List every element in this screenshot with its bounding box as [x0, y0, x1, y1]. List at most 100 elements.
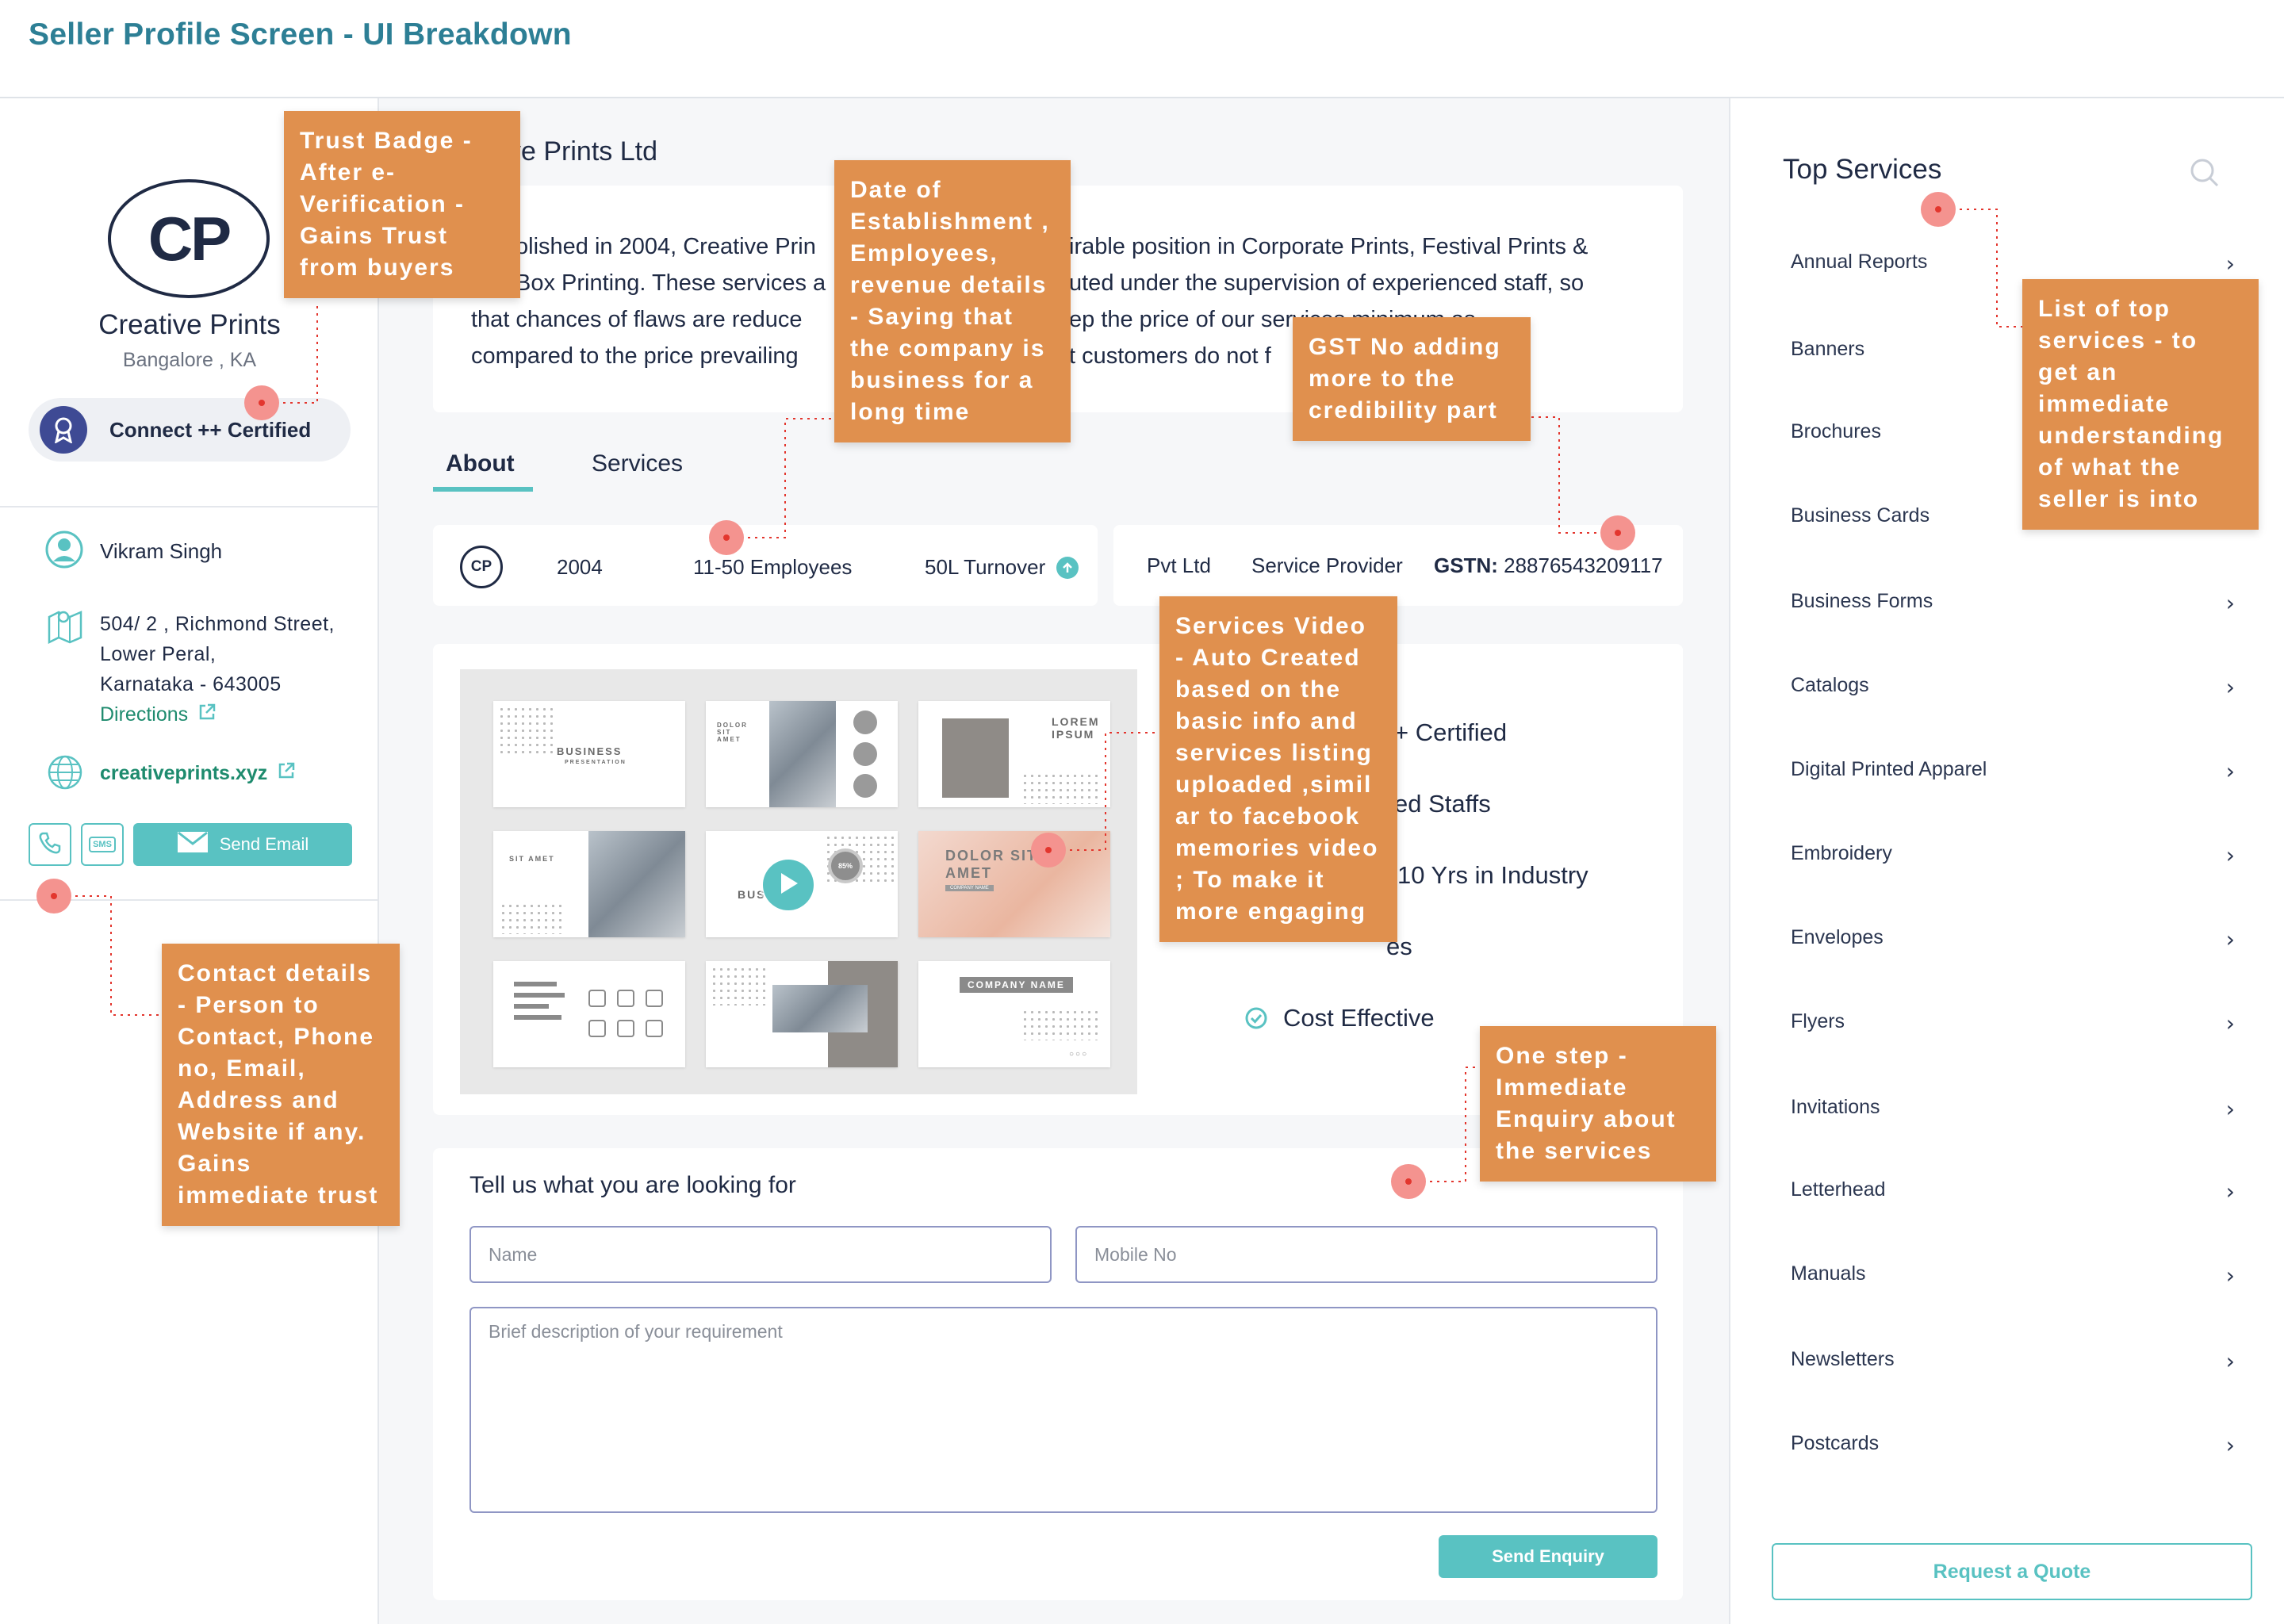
service-item[interactable]: Embroidery ›	[1791, 842, 2235, 871]
website-link[interactable]: creativeprints.xyz	[100, 761, 296, 786]
slide-title: BUSINESS	[557, 745, 623, 757]
certified-label: Connect ++ Certified	[109, 417, 312, 442]
service-item[interactable]: Letterhead ›	[1791, 1178, 2235, 1207]
service-item[interactable]: Annual Reports ›	[1791, 251, 2235, 279]
service-item-label: Invitations	[1791, 1096, 1880, 1118]
check-icon	[1245, 1007, 1267, 1029]
address-line-1: 504/ 2 , Richmond Street,	[100, 613, 335, 635]
service-item-label: Postcards	[1791, 1432, 1880, 1454]
established-year: 2004	[557, 555, 603, 579]
chevron-right-icon: ›	[2225, 251, 2235, 277]
slide-title: BUS	[738, 888, 766, 901]
user-icon	[44, 530, 84, 569]
about-line: Box Printing. These services a	[515, 270, 826, 296]
certified-badge[interactable]: Connect ++ Certified	[29, 398, 351, 462]
service-item-label: Annual Reports	[1791, 251, 1928, 273]
directions-label: Directions	[100, 703, 189, 726]
tab-active-indicator	[433, 487, 533, 492]
service-item-label: Envelopes	[1791, 926, 1884, 948]
chevron-right-icon: ›	[2225, 674, 2235, 700]
service-item[interactable]: Manuals ›	[1791, 1262, 2235, 1291]
service-item[interactable]: Postcards ›	[1791, 1432, 2235, 1461]
tab-about[interactable]: About	[446, 450, 515, 477]
slide-subtitle: COMPANY NAME	[945, 885, 994, 891]
about-text-left: olished in 2004, Creative Prin Box Print…	[471, 228, 844, 374]
service-item-label: Business Cards	[1791, 504, 1930, 527]
annotation-pin	[1031, 833, 1066, 868]
service-item[interactable]: Invitations ›	[1791, 1096, 2235, 1124]
send-enquiry-button[interactable]: Send Enquiry	[1439, 1535, 1657, 1578]
search-icon[interactable]	[2189, 157, 2221, 189]
service-item[interactable]: Catalogs ›	[1791, 674, 2235, 703]
company-logo-small: CP	[460, 546, 503, 588]
annotation-pin	[244, 385, 279, 420]
service-item[interactable]: Digital Printed Apparel ›	[1791, 758, 2235, 787]
service-item[interactable]: Flyers ›	[1791, 1010, 2235, 1039]
play-button[interactable]	[763, 860, 814, 910]
service-item[interactable]: Envelopes ›	[1791, 926, 2235, 955]
chevron-right-icon: ›	[2225, 1262, 2235, 1289]
about-line: olished in 2004, Creative Prin	[515, 234, 816, 259]
chevron-right-icon: ›	[2225, 1096, 2235, 1122]
annotation-contact: Contact details - Person to Contact, Pho…	[162, 944, 400, 1226]
request-quote-button[interactable]: Request a Quote	[1772, 1543, 2252, 1600]
send-email-label: Send Email	[219, 834, 309, 854]
highlight-cost-effective: Cost Effective	[1283, 1004, 1435, 1032]
chevron-right-icon: ›	[2225, 926, 2235, 952]
chevron-right-icon: ›	[2225, 1348, 2235, 1374]
name-input[interactable]: Name	[469, 1226, 1052, 1283]
mail-icon	[177, 831, 209, 858]
service-item-label: Flyers	[1791, 1010, 1845, 1032]
sms-button[interactable]: SMS	[81, 823, 124, 866]
service-item-label: Newsletters	[1791, 1348, 1895, 1370]
gstn: GSTN: 28876543209117	[1434, 553, 1663, 578]
seller-location: Bangalore , KA	[122, 349, 257, 371]
chevron-right-icon: ›	[2225, 1010, 2235, 1036]
video-slide: BUSINESS PRESENTATION	[493, 701, 685, 807]
chevron-right-icon: ›	[2225, 758, 2235, 784]
mobile-input[interactable]: Mobile No	[1075, 1226, 1657, 1283]
arrow-up-icon	[1056, 557, 1079, 579]
company-role: Service Provider	[1251, 553, 1403, 577]
external-link-icon	[277, 761, 296, 786]
chevron-right-icon: ›	[2225, 1178, 2235, 1205]
service-item-label: Banners	[1791, 338, 1865, 360]
slide-title: COMPANY NAME	[960, 977, 1073, 993]
seller-name: Creative Prints	[98, 309, 281, 340]
service-item[interactable]: Newsletters ›	[1791, 1348, 2235, 1377]
tab-services[interactable]: Services	[592, 450, 683, 477]
highlight-years: 10 Yrs in Industry	[1397, 861, 1588, 889]
send-email-button[interactable]: Send Email	[133, 823, 352, 866]
highlight-certified: + Certified	[1394, 718, 1508, 746]
gstn-label: GSTN:	[1434, 553, 1498, 577]
video-slide: DOLOR SIT AMET COMPANY NAME	[918, 831, 1110, 937]
globe-icon	[46, 753, 84, 791]
external-link-icon	[197, 703, 217, 727]
services-video[interactable]: BUSINESS PRESENTATION DOLOR SIT AMET LOR…	[460, 669, 1137, 1094]
video-slide: COMPANY NAME ○○○	[918, 961, 1110, 1067]
annotation-top-services: List of top services - to get an immedia…	[2022, 279, 2259, 530]
annotation-pin	[1391, 1164, 1426, 1199]
map-icon	[46, 606, 84, 644]
enquiry-heading: Tell us what you are looking for	[469, 1172, 796, 1198]
service-item[interactable]: Business Forms ›	[1791, 590, 2235, 619]
slide-title: DOLOR SIT AMET	[717, 722, 748, 743]
sms-icon: SMS	[89, 837, 116, 852]
chevron-right-icon: ›	[2225, 842, 2235, 868]
video-slide	[493, 961, 685, 1067]
service-item-label: Letterhead	[1791, 1178, 1886, 1201]
slide-subtitle: PRESENTATION	[565, 760, 627, 765]
slide-badge: 85%	[828, 848, 863, 883]
top-services-title: Top Services	[1783, 154, 1942, 185]
play-icon	[777, 871, 799, 899]
highlight-staffs: ed Staffs	[1394, 790, 1491, 818]
annotation-pin	[709, 520, 744, 555]
call-button[interactable]	[29, 823, 71, 866]
about-line: compared to the price prevailing	[471, 343, 799, 369]
slide-title: SIT AMET	[509, 855, 555, 863]
turnover: 50L Turnover	[925, 555, 1046, 579]
requirement-textarea[interactable]: Brief description of your requirement	[469, 1307, 1657, 1513]
employee-count: 11-50 Employees	[693, 555, 853, 579]
directions-link[interactable]: Directions	[100, 703, 217, 727]
annotation-establishment: Date of Establishment , Employees, reven…	[834, 160, 1071, 442]
